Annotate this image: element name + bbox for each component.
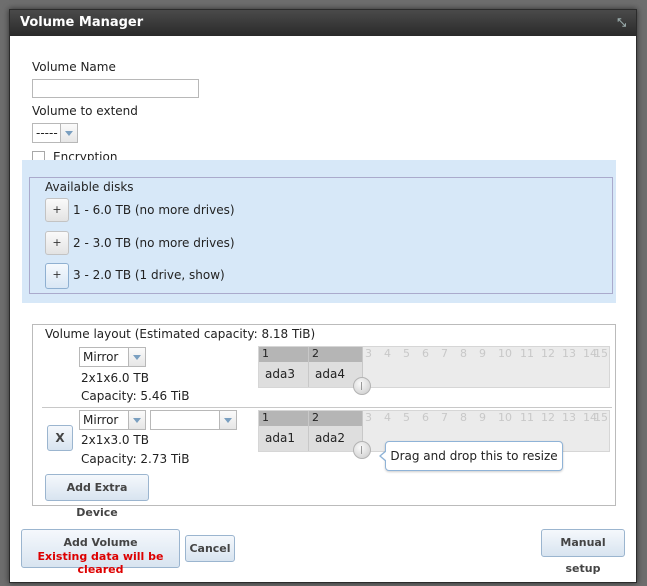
column-number: 6 bbox=[422, 411, 429, 424]
column-number: 8 bbox=[460, 411, 467, 424]
vdev-type-select[interactable]: Mirror bbox=[79, 347, 146, 367]
manual-setup-button[interactable]: Manual setup bbox=[541, 529, 625, 575]
disk-group-label: 3 - 2.0 TB (1 drive, show) bbox=[73, 268, 225, 282]
add-volume-label: Add Volume bbox=[63, 536, 138, 549]
disk-column[interactable]: 1 ada3 bbox=[259, 347, 309, 387]
volume-to-extend-value: ----- bbox=[36, 126, 58, 140]
remove-group-button[interactable]: X bbox=[47, 425, 73, 451]
chevron-down-icon[interactable] bbox=[128, 411, 145, 429]
available-disks-legend: Available disks bbox=[42, 180, 137, 194]
column-number: 11 bbox=[520, 411, 534, 424]
column-number: 2 bbox=[309, 411, 362, 426]
column-number: 3 bbox=[365, 411, 372, 424]
column-number: 12 bbox=[541, 411, 555, 424]
column-number: 1 bbox=[259, 347, 308, 362]
resize-handle-icon[interactable] bbox=[353, 377, 371, 395]
column-number: 3 bbox=[365, 347, 372, 360]
device-name: ada2 bbox=[315, 431, 345, 445]
vdev-type-value: Mirror bbox=[83, 413, 119, 427]
vdev-secondary-select[interactable] bbox=[150, 410, 237, 430]
device-name: ada3 bbox=[265, 367, 295, 381]
volume-name-label: Volume Name bbox=[32, 60, 116, 74]
column-number: 7 bbox=[441, 411, 448, 424]
resize-tooltip: Drag and drop this to resize bbox=[379, 441, 563, 471]
dialog-title: Volume Manager bbox=[20, 15, 144, 30]
column-number: 11 bbox=[520, 347, 534, 360]
volume-to-extend-label: Volume to extend bbox=[32, 104, 138, 118]
add-disk-button-1[interactable]: + bbox=[45, 198, 69, 222]
add-extra-device-button[interactable]: Add Extra Device bbox=[45, 474, 149, 519]
add-disk-button-2[interactable]: + bbox=[45, 231, 69, 255]
vdev-type-value: Mirror bbox=[83, 350, 119, 364]
add-volume-warning: Existing data will be cleared bbox=[37, 550, 164, 576]
column-number: 13 bbox=[562, 411, 576, 424]
column-number: 1 bbox=[259, 411, 308, 426]
vdev-size: 2x1x3.0 TB bbox=[81, 433, 149, 447]
column-number: 10 bbox=[498, 347, 512, 360]
column-number: 9 bbox=[479, 411, 486, 424]
column-number: 15 bbox=[594, 411, 608, 424]
column-number: 12 bbox=[541, 347, 555, 360]
column-number: 5 bbox=[403, 347, 410, 360]
column-number: 4 bbox=[384, 411, 391, 424]
column-number: 2 bbox=[309, 347, 362, 362]
disk-group-label: 1 - 6.0 TB (no more drives) bbox=[73, 203, 235, 217]
maximize-icon[interactable]: ⤡ bbox=[617, 10, 626, 36]
cancel-button[interactable]: Cancel bbox=[185, 535, 235, 562]
vdev-capacity: Capacity: 5.46 TiB bbox=[81, 389, 190, 403]
resize-handle-icon[interactable] bbox=[353, 441, 371, 459]
volume-to-extend-select[interactable]: ----- bbox=[32, 123, 78, 143]
device-name: ada1 bbox=[265, 431, 295, 445]
volume-layout-legend: Volume layout (Estimated capacity: 8.18 … bbox=[42, 327, 319, 341]
column-number: 7 bbox=[441, 347, 448, 360]
device-name: ada4 bbox=[315, 367, 345, 381]
add-volume-button[interactable]: Add Volume Existing data will be cleared bbox=[21, 529, 180, 576]
vdev-type-select[interactable]: Mirror bbox=[79, 410, 146, 430]
group-divider bbox=[42, 407, 612, 408]
column-number: 6 bbox=[422, 347, 429, 360]
column-number: 9 bbox=[479, 347, 486, 360]
add-disk-button-3[interactable]: + bbox=[45, 263, 69, 289]
disk-column[interactable]: 1 ada1 bbox=[259, 411, 309, 451]
column-number: 8 bbox=[460, 347, 467, 360]
column-number: 5 bbox=[403, 411, 410, 424]
chevron-down-icon[interactable] bbox=[60, 124, 77, 142]
column-number: 10 bbox=[498, 411, 512, 424]
chevron-down-icon[interactable] bbox=[219, 411, 236, 429]
vdev-capacity: Capacity: 2.73 TiB bbox=[81, 452, 190, 466]
column-number: 13 bbox=[562, 347, 576, 360]
column-number: 15 bbox=[594, 347, 608, 360]
disk-grid[interactable]: 1 ada3 2 ada4 3 4 5 6 7 8 9 10 11 12 13 … bbox=[258, 346, 610, 388]
chevron-down-icon[interactable] bbox=[128, 348, 145, 366]
dialog-titlebar[interactable]: Volume Manager ⤡ bbox=[10, 10, 636, 36]
column-number: 4 bbox=[384, 347, 391, 360]
volume-name-input[interactable] bbox=[32, 79, 199, 98]
disk-group-label: 2 - 3.0 TB (no more drives) bbox=[73, 236, 235, 250]
vdev-size: 2x1x6.0 TB bbox=[81, 371, 149, 385]
